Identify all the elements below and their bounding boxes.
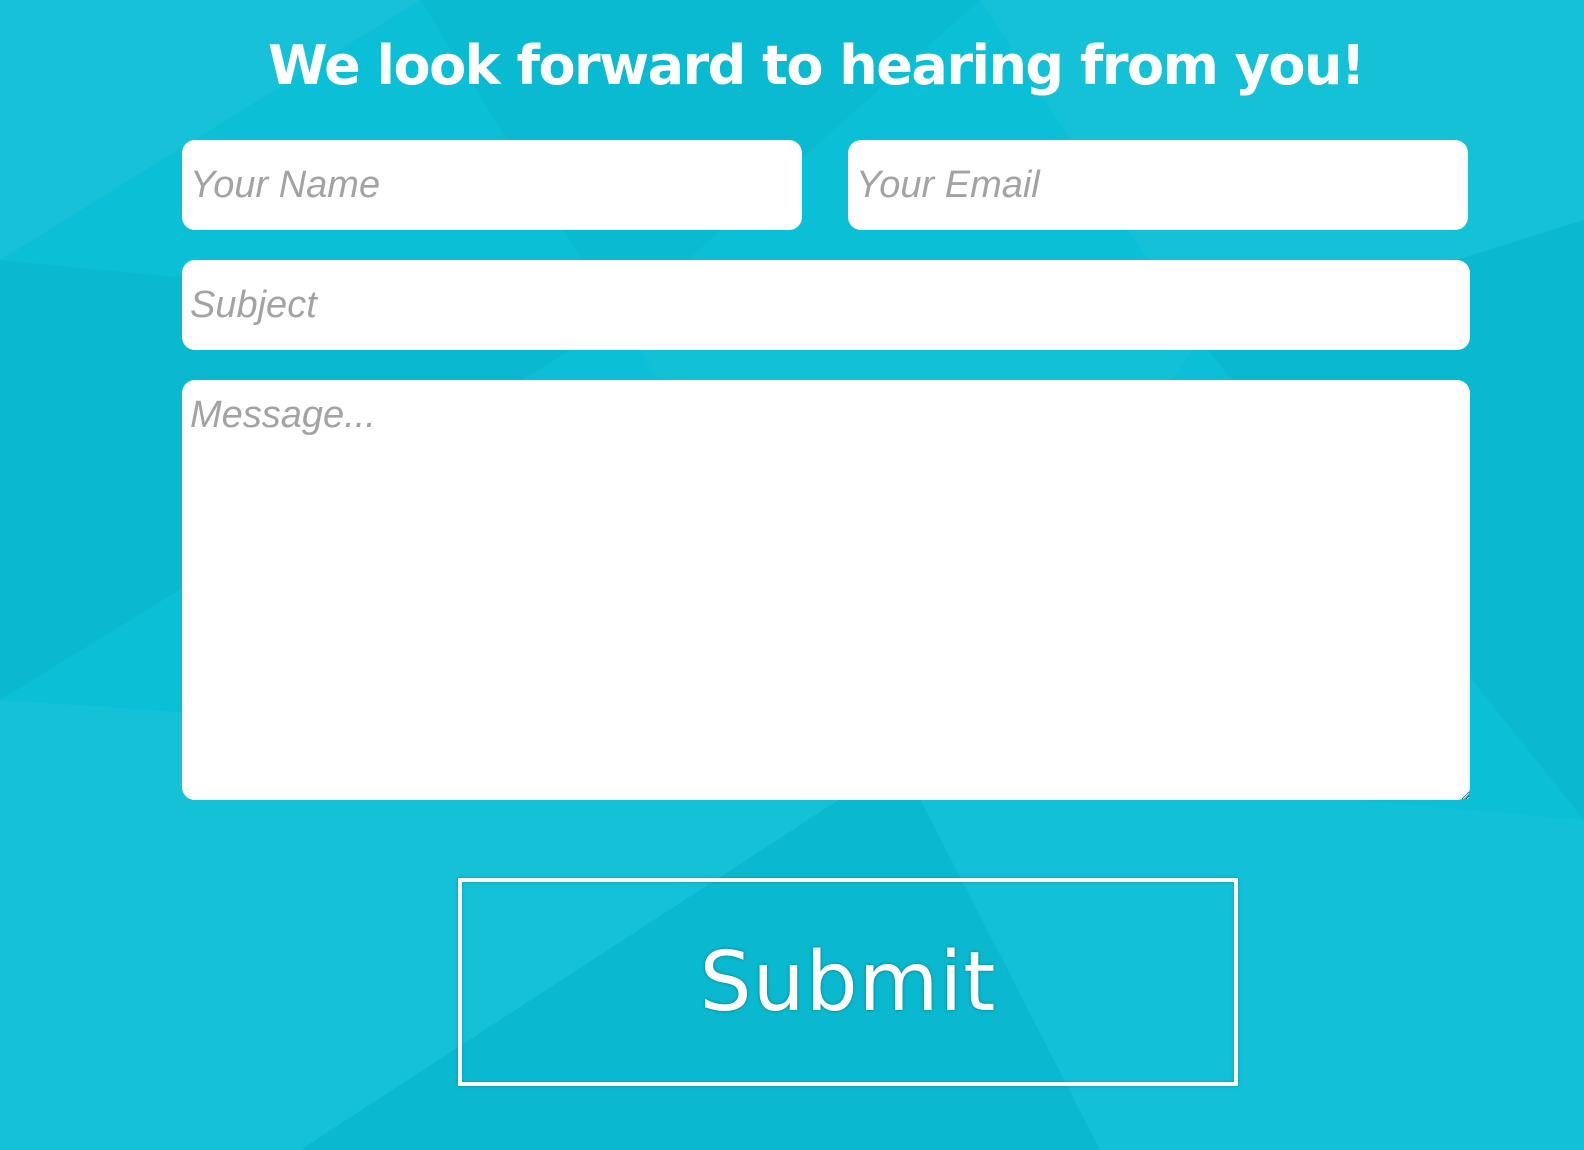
email-input[interactable] <box>848 140 1468 230</box>
submit-button[interactable]: Submit <box>458 878 1238 1086</box>
name-input[interactable] <box>182 140 802 230</box>
subject-input[interactable] <box>182 260 1470 350</box>
message-textarea[interactable] <box>182 380 1470 800</box>
form-heading: We look forward to hearing from you! <box>267 34 1366 97</box>
